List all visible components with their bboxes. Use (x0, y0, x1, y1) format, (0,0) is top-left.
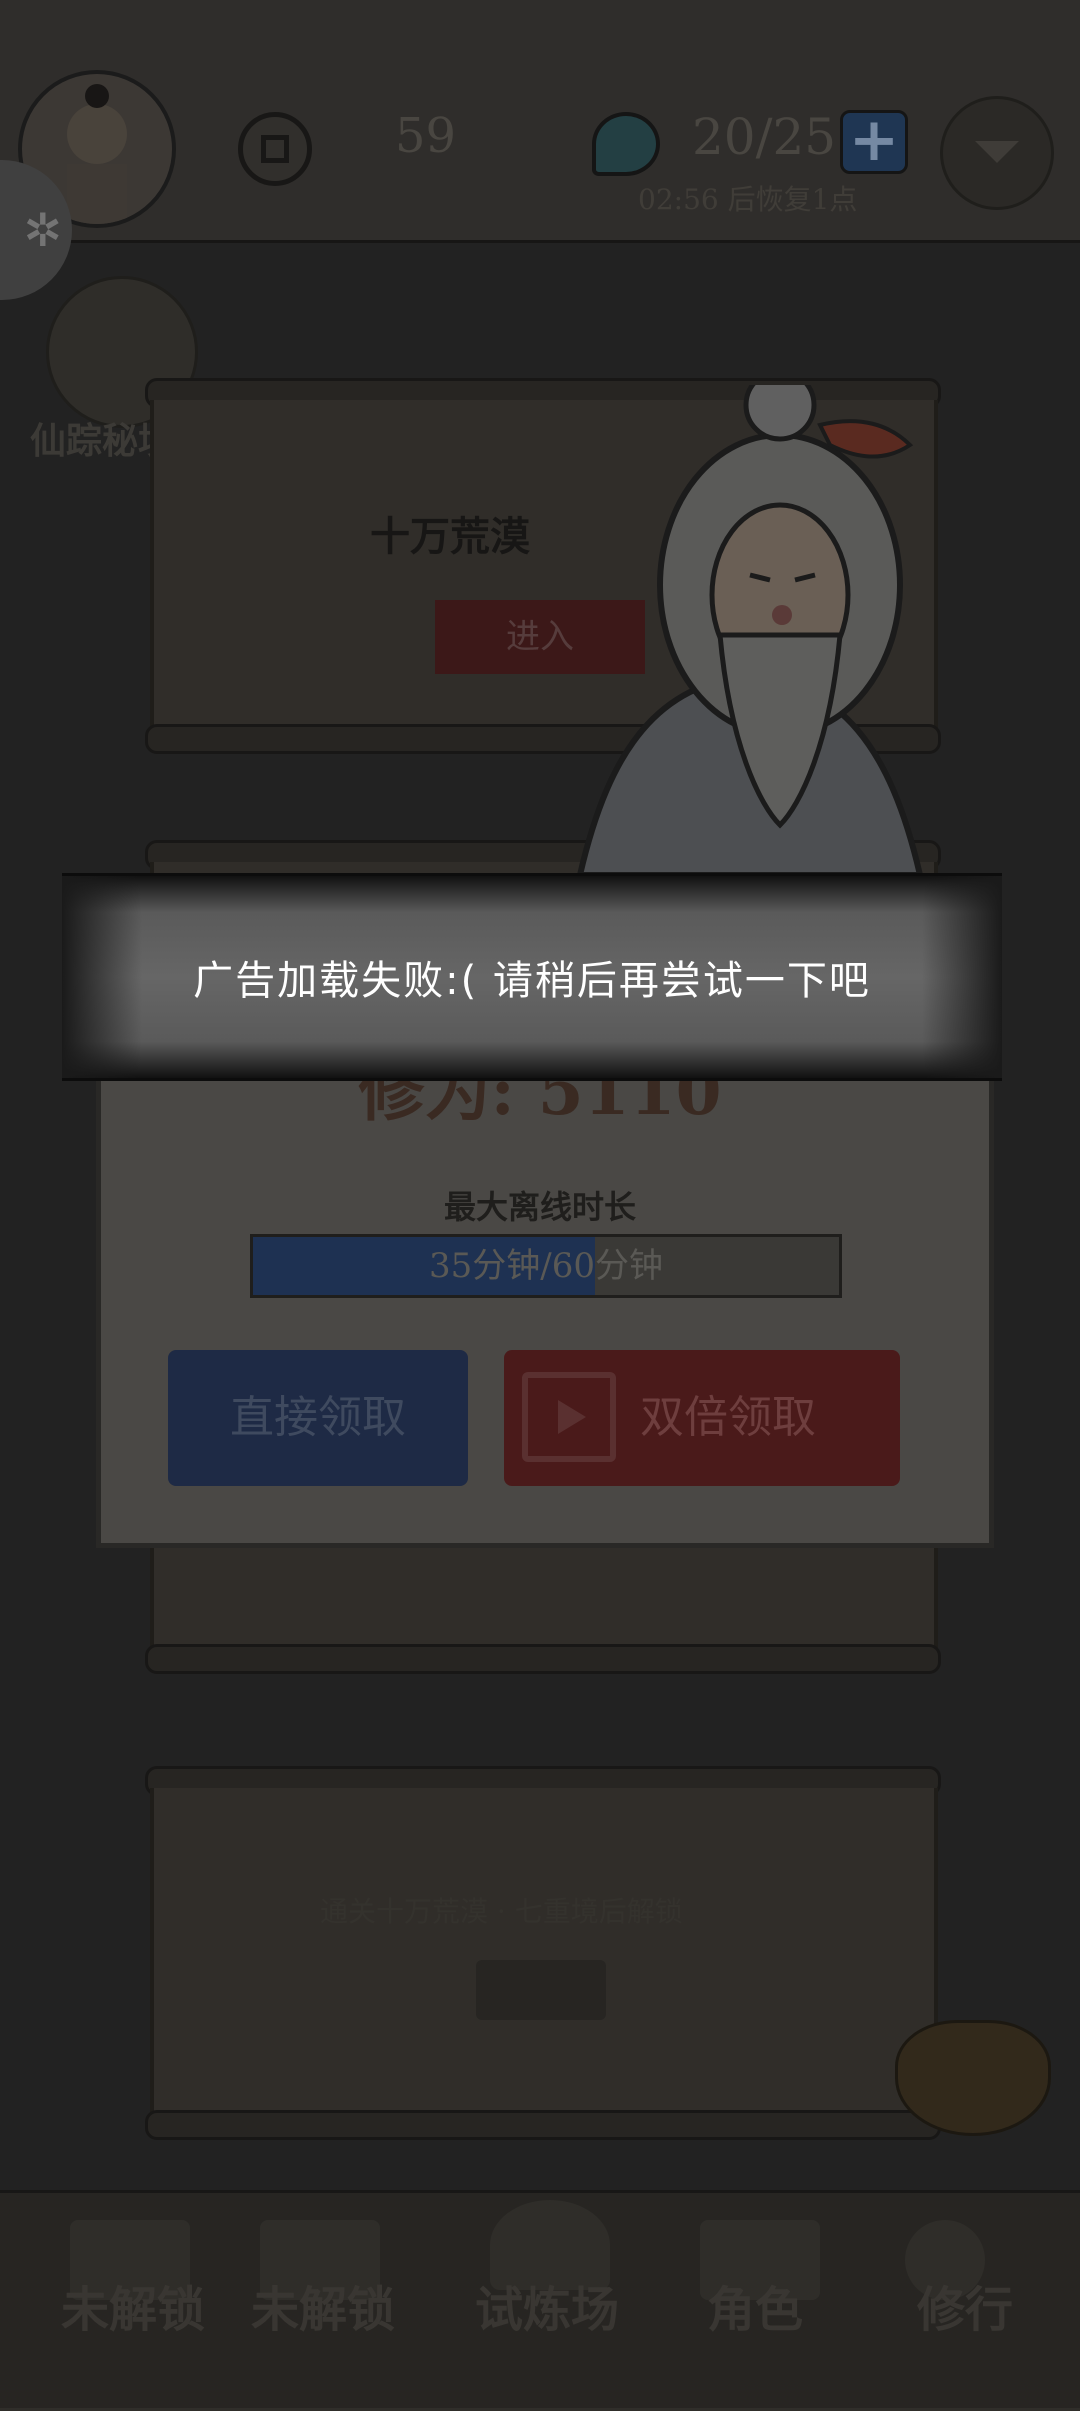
max-offline-label: 最大离线时长 (443, 1188, 636, 1226)
toast-banner: 广告加载失败:( 请稍后再尝试一下吧 (62, 873, 1002, 1081)
video-icon (522, 1372, 616, 1462)
claim-button[interactable]: 直接领取 (168, 1350, 468, 1486)
offline-progress-text: 35分钟/60分钟 (429, 1246, 663, 1286)
elder-character-icon (576, 385, 924, 875)
double-claim-button[interactable]: 双倍领取 (504, 1350, 900, 1486)
double-claim-label: 双倍领取 (640, 1392, 816, 1443)
offline-progress-bar: 35分钟/60分钟 (250, 1234, 842, 1298)
toast-message: 广告加载失败:( 请稍后再尝试一下吧 (193, 958, 871, 1004)
